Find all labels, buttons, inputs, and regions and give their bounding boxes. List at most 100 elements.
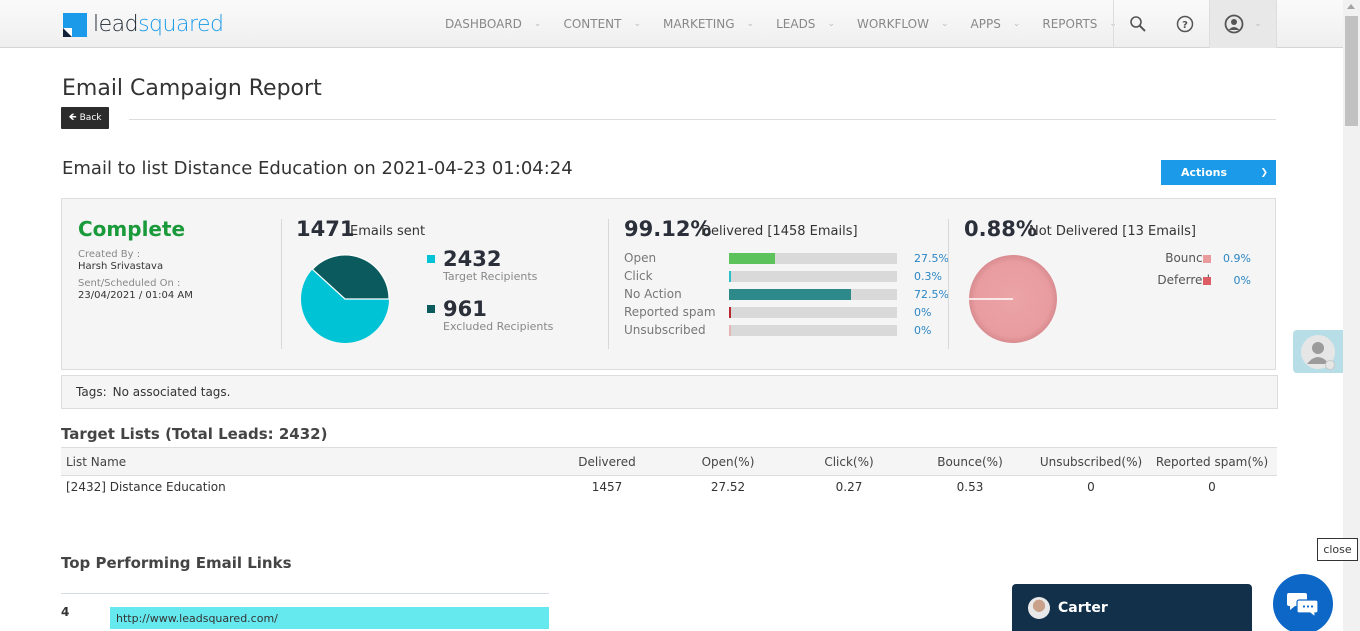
page-scrollbar[interactable] bbox=[1343, 0, 1360, 631]
chat-agent-panel[interactable]: Carter bbox=[1012, 584, 1252, 631]
bar-fill bbox=[729, 307, 732, 318]
agent-avatar bbox=[1028, 596, 1050, 619]
target-lists-title: Target Lists (Total Leads: 2432) bbox=[61, 425, 328, 443]
not-delivered-percent: 0.88% bbox=[964, 217, 1037, 241]
divider bbox=[608, 219, 609, 349]
divider bbox=[281, 219, 282, 349]
bar-label: Open bbox=[624, 251, 657, 265]
not-delivered-pie-chart bbox=[969, 255, 1057, 343]
divider bbox=[129, 119, 1276, 120]
scroll-thumb[interactable] bbox=[1345, 16, 1358, 126]
bar-track bbox=[729, 271, 897, 282]
chevron-down-icon: ⌄ bbox=[940, 19, 949, 29]
status-label: Complete bbox=[78, 217, 186, 241]
chevron-down-icon: ⌄ bbox=[533, 19, 542, 29]
campaign-title: Email to list Distance Education on 2021… bbox=[62, 158, 573, 179]
actions-dropdown[interactable]: Actions ❯ bbox=[1161, 160, 1276, 185]
nav-apps[interactable]: APPS ⌄ bbox=[960, 0, 1032, 48]
back-button[interactable]: 🡸 Back bbox=[61, 107, 109, 129]
help-button[interactable]: ? bbox=[1161, 0, 1209, 48]
nav-leads[interactable]: LEADS ⌄ bbox=[765, 0, 846, 48]
created-by-label: Created By : bbox=[78, 249, 141, 260]
divider bbox=[61, 593, 549, 594]
emails-sent-label: Emails sent bbox=[350, 224, 426, 239]
search-button[interactable] bbox=[1113, 0, 1161, 48]
leadsquared-logo[interactable]: leadsquared bbox=[63, 12, 224, 37]
nav-workflow[interactable]: WORKFLOW ⌄ bbox=[846, 0, 960, 48]
bar-track bbox=[729, 253, 897, 264]
logo-text: leadsquared bbox=[93, 12, 224, 37]
not-delivered-label: Not Delivered [13 Emails] bbox=[1029, 224, 1196, 239]
target-recipients-count: 2432 bbox=[443, 247, 502, 271]
top-links-title: Top Performing Email Links bbox=[61, 554, 292, 572]
col-delivered[interactable]: Delivered bbox=[551, 447, 663, 476]
nav-marketing[interactable]: MARKETING ⌄ bbox=[652, 0, 765, 48]
bar-label: Unsubscribed bbox=[624, 323, 706, 337]
chevron-down-icon: ⌄ bbox=[633, 19, 642, 29]
deferred-label: Deferred bbox=[1157, 273, 1210, 287]
excluded-recipients-label: Excluded Recipients bbox=[443, 320, 554, 333]
cell-list-name: [2432] Distance Education bbox=[66, 479, 226, 494]
close-tooltip[interactable]: close bbox=[1317, 538, 1358, 561]
main-nav: DASHBOARD ⌄ CONTENT ⌄ MARKETING ⌄ LEADS ⌄ WO… bbox=[434, 0, 1128, 48]
user-avatar-icon bbox=[1301, 334, 1335, 370]
chat-icon bbox=[1287, 593, 1319, 618]
cell-click: 0.27 bbox=[835, 479, 863, 494]
nav-dashboard[interactable]: DASHBOARD ⌄ bbox=[434, 0, 552, 48]
recipients-pie-chart bbox=[301, 254, 390, 343]
top-navbar: leadsquared DASHBOARD ⌄ CONTENT ⌄ MARKETIN… bbox=[0, 0, 1343, 48]
chevron-down-icon: ⌄ bbox=[827, 19, 835, 29]
campaign-summary-panel: Complete Created By : Harsh Srivastava S… bbox=[61, 198, 1276, 370]
created-by-value: Harsh Srivastava bbox=[78, 261, 164, 272]
page-title: Email Campaign Report bbox=[62, 76, 322, 101]
bar-fill bbox=[729, 289, 851, 300]
delivered-percent: 99.12% bbox=[624, 217, 712, 241]
bounce-value: 0.9% bbox=[1223, 252, 1251, 265]
cell-unsubscribed: 0 bbox=[1087, 479, 1095, 494]
user-icon bbox=[1224, 14, 1244, 34]
nav-content[interactable]: CONTENT ⌄ bbox=[552, 0, 652, 48]
bar-track bbox=[729, 289, 897, 300]
deferred-value: 0% bbox=[1233, 274, 1251, 287]
divider bbox=[948, 219, 949, 349]
help-icon: ? bbox=[1176, 15, 1194, 33]
bar-fill bbox=[729, 325, 732, 336]
search-icon bbox=[1129, 16, 1146, 32]
arrow-left-icon: 🡸 bbox=[68, 111, 77, 123]
bar-label: Reported spam bbox=[624, 305, 716, 319]
col-click[interactable]: Click(%) bbox=[793, 447, 905, 476]
table-row: [2432] Distance Education 1457 27.52 0.2… bbox=[61, 476, 1277, 498]
col-unsubscribed[interactable]: Unsubscribed(%) bbox=[1035, 447, 1147, 476]
cell-delivered: 1457 bbox=[591, 479, 623, 494]
side-contact-avatar[interactable] bbox=[1293, 330, 1343, 373]
sent-on-value: 23/04/2021 / 01:04 AM bbox=[78, 290, 193, 301]
sent-on-label: Sent/Scheduled On : bbox=[78, 278, 181, 289]
logo-icon bbox=[63, 12, 87, 37]
bounce-swatch bbox=[1203, 255, 1211, 263]
legend-excluded-swatch bbox=[427, 305, 435, 313]
col-list-name[interactable]: List Name bbox=[61, 447, 551, 476]
chevron-down-icon: ⌄ bbox=[1254, 19, 1262, 29]
col-reported-spam[interactable]: Reported spam(%) bbox=[1147, 447, 1277, 476]
table-header-row: List Name Delivered Open(%) Click(%) Bou… bbox=[61, 447, 1277, 476]
svg-text:?: ? bbox=[1182, 20, 1188, 31]
excluded-recipients-count: 961 bbox=[443, 297, 487, 321]
target-recipients-label: Target Recipients bbox=[443, 270, 538, 283]
deferred-swatch bbox=[1203, 277, 1211, 285]
bar-track bbox=[729, 325, 897, 336]
emails-sent-count: 1471 bbox=[296, 217, 355, 241]
bar-value: 27.5% bbox=[914, 252, 949, 265]
col-open[interactable]: Open(%) bbox=[663, 447, 793, 476]
chat-launcher-button[interactable] bbox=[1273, 574, 1333, 631]
cell-bounce: 0.53 bbox=[956, 479, 984, 494]
col-bounce[interactable]: Bounce(%) bbox=[905, 447, 1035, 476]
scroll-up-arrow-icon[interactable] bbox=[1347, 4, 1355, 9]
user-menu-button[interactable]: ⌄ bbox=[1209, 0, 1277, 48]
bar-fill bbox=[729, 253, 776, 264]
bounce-label: Bounce bbox=[1165, 251, 1210, 265]
link-rank: 4 bbox=[61, 605, 70, 619]
link-url-bar[interactable]: http://www.leadsquared.com/ bbox=[110, 607, 549, 629]
bar-label: No Action bbox=[624, 287, 682, 301]
target-lists-table: List Name Delivered Open(%) Click(%) Bou… bbox=[61, 447, 1277, 498]
chevron-down-icon: ⌄ bbox=[746, 19, 755, 29]
